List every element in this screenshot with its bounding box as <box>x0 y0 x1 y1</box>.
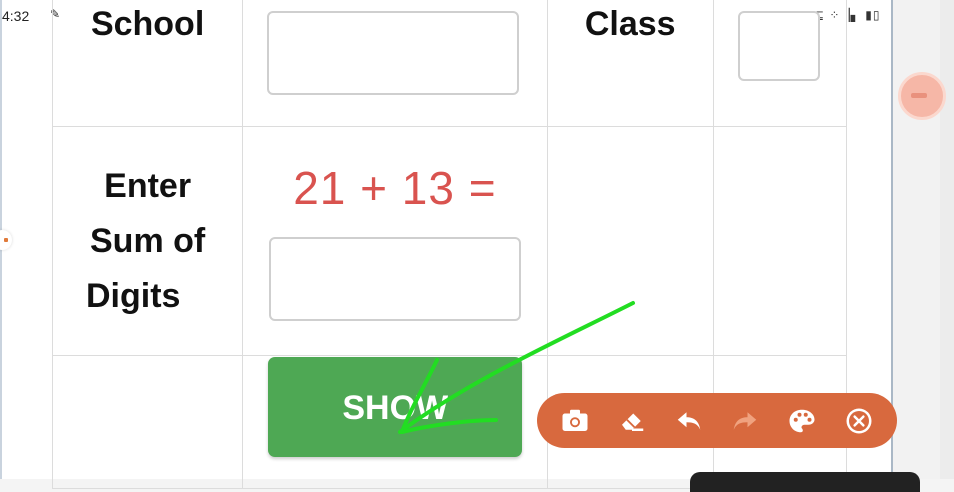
school-input-cell <box>242 0 548 127</box>
show-button[interactable]: SHOW <box>268 357 523 457</box>
camera-icon[interactable] <box>557 403 593 439</box>
class-label: Class <box>584 5 676 43</box>
class-input[interactable] <box>737 11 820 81</box>
sum-label-line: Enter <box>104 166 192 205</box>
empty-cell <box>546 126 714 356</box>
school-label: School <box>90 5 205 43</box>
edge-handle[interactable] <box>0 230 12 250</box>
empty-cell <box>51 355 244 489</box>
show-button-cell: SHOW <box>242 355 548 489</box>
floating-assistant-button[interactable] <box>898 72 946 120</box>
class-label-cell: Class <box>546 0 714 127</box>
sum-label: Enter Sum of Digits <box>54 159 241 324</box>
system-bottom-bar <box>690 472 920 492</box>
palette-icon[interactable] <box>784 403 820 439</box>
sum-label-cell: Enter Sum of Digits <box>51 126 244 356</box>
sum-label-line: Digits <box>86 276 181 315</box>
captcha-cell: 21 + 13 = <box>242 126 548 356</box>
school-label-cell: School <box>51 0 244 127</box>
redo-icon[interactable] <box>727 403 763 439</box>
sum-label-line: Sum of <box>90 221 206 260</box>
eraser-icon[interactable] <box>614 403 650 439</box>
sum-input[interactable] <box>268 237 521 321</box>
undo-icon[interactable] <box>671 403 707 439</box>
close-icon[interactable] <box>841 403 877 439</box>
captcha-text: 21 + 13 = <box>293 162 497 214</box>
class-input-cell <box>712 0 848 127</box>
form-row-school: School Class <box>51 0 848 127</box>
status-time: 4:32 <box>2 8 30 24</box>
annotation-toolbar <box>537 393 897 448</box>
empty-cell <box>712 126 848 356</box>
form-row-captcha: Enter Sum of Digits 21 + 13 = <box>51 126 848 356</box>
school-input[interactable] <box>267 11 520 95</box>
